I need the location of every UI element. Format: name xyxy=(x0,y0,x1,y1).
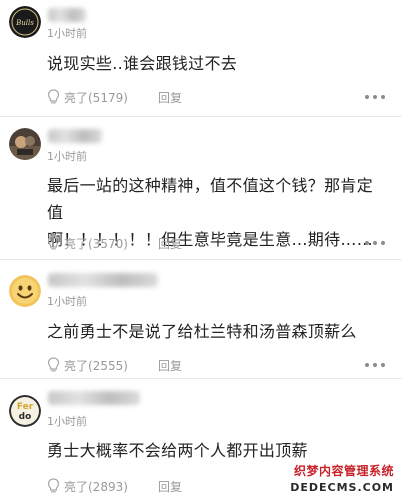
comment-time: 1小时前 xyxy=(47,415,87,428)
comment-item: 1小时前 最后一站的这种精神，值不值这个钱？那肯定值 啊！！！！！！但生意毕竟是… xyxy=(0,117,402,257)
more-options-icon[interactable] xyxy=(365,236,385,250)
svg-text:do: do xyxy=(19,412,32,422)
username-blurred[interactable] xyxy=(48,8,86,22)
username-blurred[interactable] xyxy=(48,273,158,287)
comment-text: 说现实些..谁会跟钱过不去 xyxy=(47,54,238,73)
like-button[interactable]: 亮了(2893) xyxy=(47,477,128,495)
comment-item: 1小时前 之前勇士不是说了给杜兰特和汤普森顶薪么 亮了(2555) 回复 xyxy=(0,260,402,375)
comment-text-line: 最后一站的这种精神，值不值这个钱？那肯定值 xyxy=(47,176,374,222)
comment-actions: 亮了(5179) 回复 xyxy=(47,88,388,106)
watermark-line2: DEDECMS.COM xyxy=(290,481,394,494)
like-button[interactable]: 亮了(3570) xyxy=(47,234,128,252)
svg-text:Bulls: Bulls xyxy=(15,19,34,27)
comment-item: Bulls 1小时前 说现实些..谁会跟钱过不去 亮了(5179) 回复 xyxy=(0,0,402,120)
photo-avatar-icon[interactable] xyxy=(9,128,41,160)
comment-text: 勇士大概率不会给两个人都开出顶薪 xyxy=(47,441,308,460)
bulls-logo-avatar-icon[interactable]: Bulls xyxy=(9,6,41,38)
like-button[interactable]: 亮了(5179) xyxy=(47,88,128,106)
reply-button[interactable]: 回复 xyxy=(158,357,182,374)
comment-actions: 亮了(3570) 回复 xyxy=(47,234,388,252)
like-count: 亮了(2893) xyxy=(64,479,128,494)
reply-button[interactable]: 回复 xyxy=(158,235,182,252)
like-count: 亮了(3570) xyxy=(64,236,128,251)
watermark: 织梦内容管理系统 DEDECMS.COM xyxy=(290,462,394,494)
lightbulb-icon xyxy=(47,478,60,493)
like-count: 亮了(5179) xyxy=(64,90,128,105)
watermark-line1: 织梦内容管理系统 xyxy=(293,464,394,478)
username-blurred[interactable] xyxy=(48,129,102,143)
comment-text: 之前勇士不是说了给杜兰特和汤普森顶薪么 xyxy=(47,322,357,341)
reply-button[interactable]: 回复 xyxy=(158,89,182,106)
comment-time: 1小时前 xyxy=(47,150,87,163)
like-button[interactable]: 亮了(2555) xyxy=(47,356,128,374)
reply-button[interactable]: 回复 xyxy=(158,478,182,495)
lightbulb-icon xyxy=(47,89,60,104)
like-count: 亮了(2555) xyxy=(64,358,128,373)
comment-time: 1小时前 xyxy=(47,27,87,40)
username-blurred[interactable] xyxy=(48,391,140,405)
smiley-avatar-icon[interactable] xyxy=(9,275,41,307)
comment-time: 1小时前 xyxy=(47,295,87,308)
svg-text:Fer: Fer xyxy=(17,402,34,412)
more-options-icon[interactable] xyxy=(365,358,385,372)
more-options-icon[interactable] xyxy=(365,90,385,104)
lightbulb-icon xyxy=(47,235,60,250)
lightbulb-icon xyxy=(47,357,60,372)
fernando-logo-avatar-icon[interactable]: Fer do xyxy=(9,395,41,427)
comment-actions: 亮了(2555) 回复 xyxy=(47,356,388,374)
